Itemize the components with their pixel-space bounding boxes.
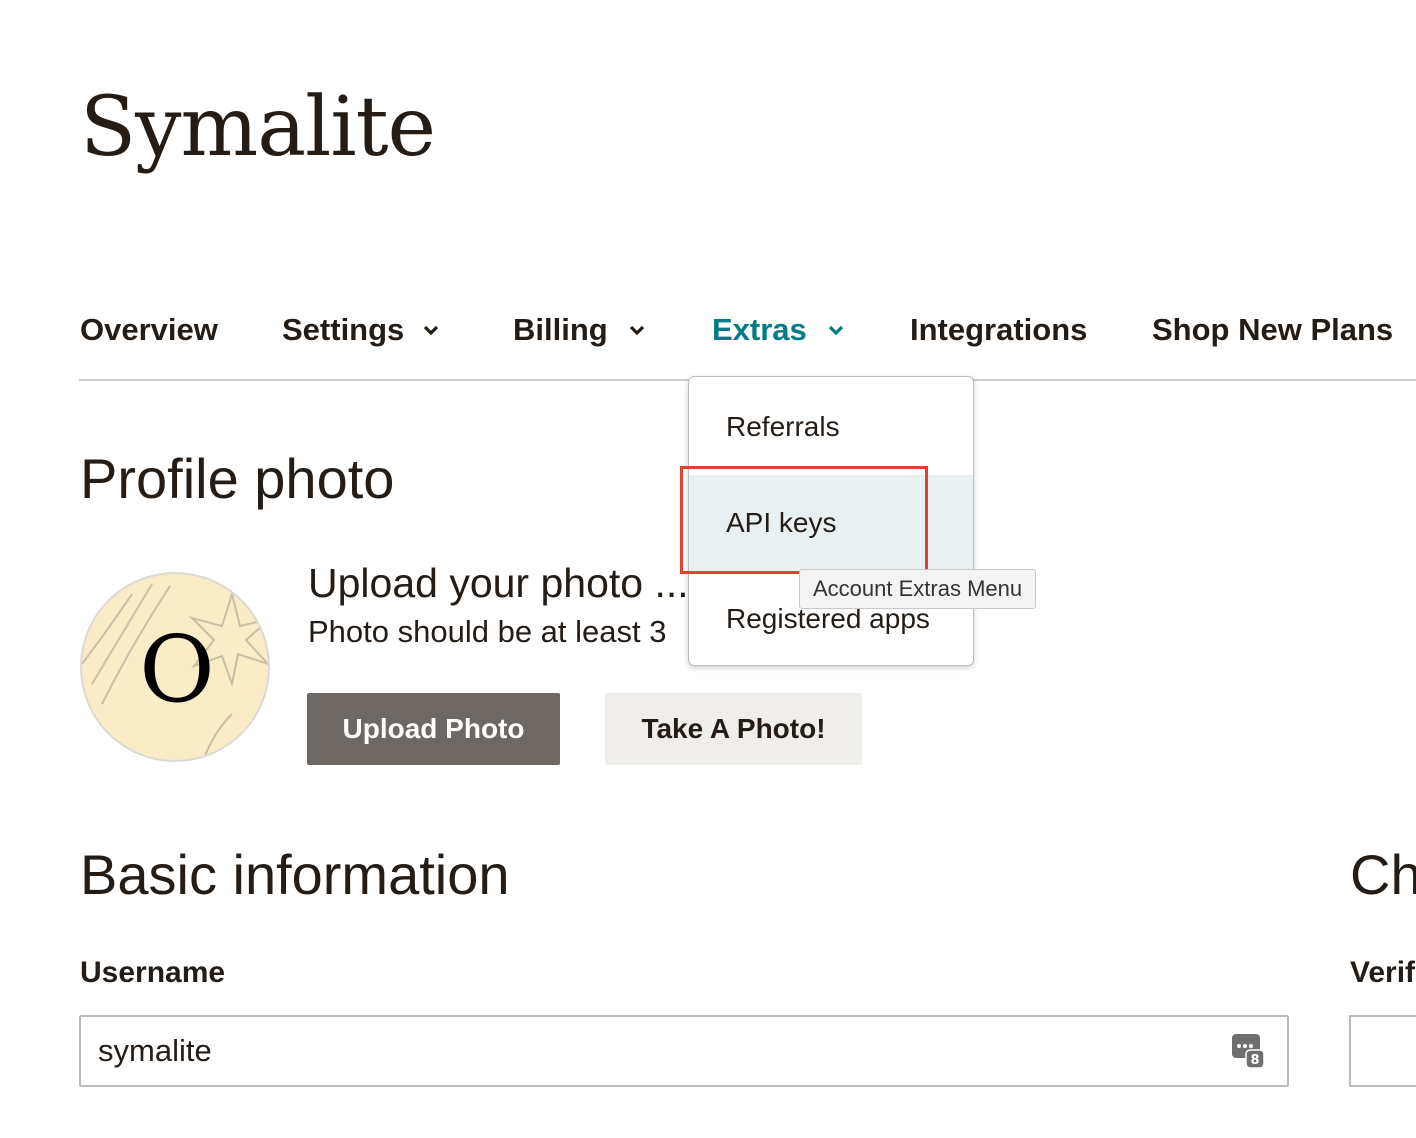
svg-text:8: 8 (1250, 1053, 1259, 1068)
verify-input[interactable] (1349, 1015, 1416, 1087)
nav-settings-label: Settings (282, 312, 405, 347)
nav-overview[interactable]: Overview (80, 312, 218, 348)
username-input[interactable]: symalite 8 (79, 1015, 1289, 1087)
username-label: Username (80, 956, 226, 989)
upload-photo-button[interactable]: Upload Photo (307, 693, 560, 765)
avatar-initial: O (139, 615, 215, 723)
nav-overview-label: Overview (80, 312, 218, 347)
nav-shop-new-plans-label: Shop New Plans (1152, 312, 1394, 347)
menu-item-referrals[interactable]: Referrals (689, 379, 973, 475)
menu-item-api-keys-label: API keys (726, 507, 837, 538)
nav-billing-label: Billing (513, 312, 608, 347)
nav-shop-new-plans[interactable]: Shop New Plans (1152, 312, 1393, 348)
brand-logo: Symalite (80, 80, 436, 175)
chevron-down-icon (424, 325, 439, 336)
upload-hint: Photo should be at least 3 (308, 614, 667, 649)
password-manager-icon[interactable]: 8 (1231, 1033, 1265, 1069)
username-value: symalite (98, 1033, 212, 1068)
verify-label: Verif (1350, 956, 1416, 989)
nav-integrations[interactable]: Integrations (910, 312, 1087, 348)
nav-billing[interactable]: Billing (513, 312, 648, 348)
upload-title: Upload your photo ... (308, 560, 686, 606)
chevron-down-icon (629, 325, 644, 336)
nav-extras[interactable]: Extras (712, 312, 847, 348)
profile-photo-heading: Profile photo (80, 447, 395, 510)
nav-integrations-label: Integrations (910, 312, 1088, 347)
nav-extras-label: Extras (712, 312, 807, 347)
right-column-heading: Ch (1350, 843, 1416, 906)
account-nav: Overview Settings Billing Extras Integra… (0, 300, 1416, 382)
menu-item-referrals-label: Referrals (726, 411, 840, 442)
chevron-down-icon (828, 325, 843, 336)
menu-item-api-keys[interactable]: API keys (689, 475, 973, 571)
take-photo-button[interactable]: Take A Photo! (605, 693, 862, 765)
extras-menu-tooltip: Account Extras Menu (799, 569, 1037, 609)
nav-settings[interactable]: Settings (282, 312, 442, 348)
basic-information-heading: Basic information (80, 843, 510, 906)
avatar[interactable]: O (80, 572, 270, 762)
extras-dropdown-menu: Referrals API keys Registered apps (688, 376, 974, 666)
